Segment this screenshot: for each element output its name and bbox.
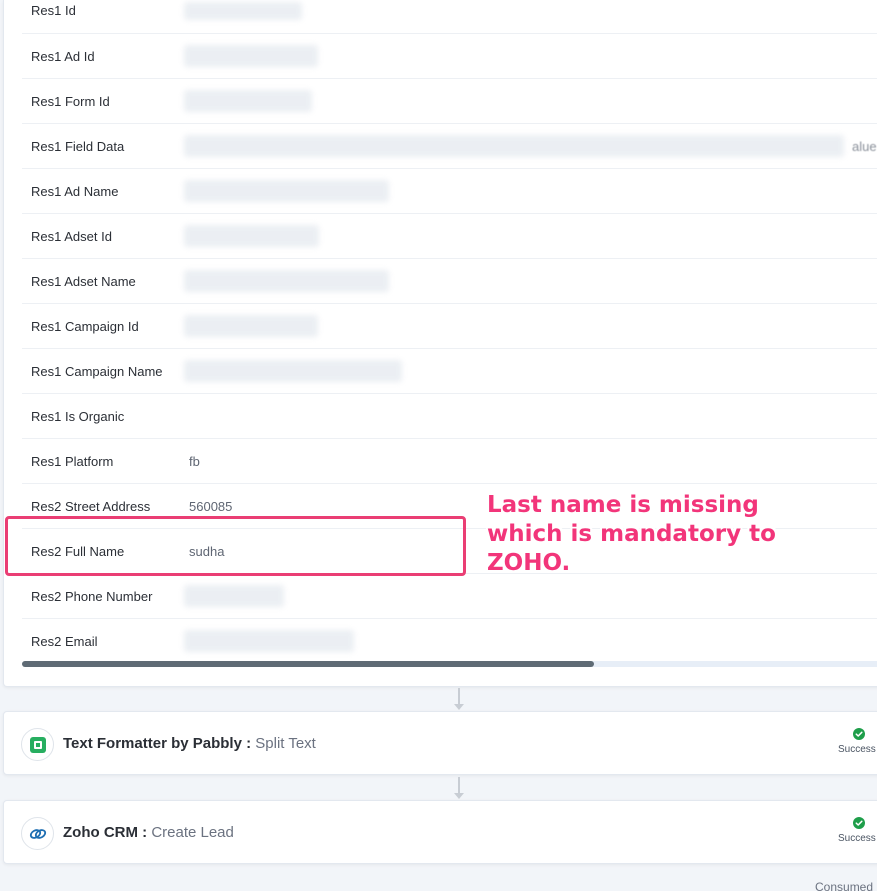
field-label: Res1 Ad Name [31, 184, 119, 199]
annotation-note: Last name is missing which is mandatory … [487, 491, 867, 578]
step-title: Zoho CRM : Create Lead [63, 801, 234, 865]
field-label: Res1 Form Id [31, 94, 110, 109]
data-row-res1-adset-name: Res1 Adset Name [22, 259, 877, 304]
redacted-value [184, 90, 312, 112]
field-label: Res2 Phone Number [31, 589, 153, 604]
step-status: Success [832, 728, 877, 755]
step-title: Text Formatter by Pabbly : Split Text [63, 712, 316, 776]
truncated-value-tail: alue [852, 139, 877, 154]
redacted-value [184, 360, 402, 382]
status-text: Success [838, 833, 876, 844]
arrow-down-icon [454, 793, 464, 799]
highlight-box-full-name [5, 516, 466, 576]
data-row-res1-ad-name: Res1 Ad Name [22, 169, 877, 214]
redacted-value [184, 45, 318, 67]
data-row-res2-phone-number: Res2 Phone Number [22, 574, 877, 619]
field-label: Res1 Campaign Id [31, 319, 139, 334]
success-check-icon [853, 817, 865, 829]
data-row-res1-campaign-id: Res1 Campaign Id [22, 304, 877, 349]
arrow-down-icon [454, 704, 464, 710]
redacted-value [184, 180, 389, 202]
field-label: Res1 Adset Id [31, 229, 112, 244]
step-card-text-formatter[interactable]: Text Formatter by Pabbly : Split Text Su… [3, 711, 877, 775]
status-text: Success [838, 744, 876, 755]
redacted-value [184, 270, 389, 292]
field-label: Res2 Email [31, 634, 98, 649]
step-action-name: Create Lead [151, 824, 234, 841]
field-label: Res1 Platform [31, 454, 114, 469]
annotation-line: ZOHO. [487, 550, 571, 576]
data-row-res1-platform: Res1 Platform fb [22, 439, 877, 484]
data-row-res1-adset-id: Res1 Adset Id [22, 214, 877, 259]
step-action-name: Split Text [255, 735, 316, 752]
data-row-res1-campaign-name: Res1 Campaign Name [22, 349, 877, 394]
step-card-zoho-crm[interactable]: Zoho CRM : Create Lead Success [3, 800, 877, 864]
field-value: fb [189, 454, 200, 469]
consumed-label: Consumed [815, 880, 874, 891]
step-app-name: Text Formatter by Pabbly : [63, 735, 252, 752]
data-row-res1-id: Res1 Id [22, 0, 877, 34]
data-row-res1-ad-id: Res1 Ad Id [22, 34, 877, 79]
redacted-value [184, 2, 302, 20]
redacted-value [184, 315, 318, 337]
zoho-crm-icon [21, 817, 54, 850]
horizontal-scrollbar[interactable] [22, 661, 877, 667]
field-label: Res1 Id [31, 3, 76, 18]
annotation-line: which is mandatory to [487, 521, 776, 547]
redacted-value [184, 135, 844, 157]
redacted-value [184, 630, 354, 652]
field-label: Res1 Adset Name [31, 274, 136, 289]
field-label: Res1 Is Organic [31, 409, 125, 424]
data-row-res1-field-data: Res1 Field Data alue [22, 124, 877, 169]
step-app-name: Zoho CRM : [63, 824, 148, 841]
field-label: Res1 Field Data [31, 139, 125, 154]
data-row-res2-email: Res2 Email [22, 619, 877, 664]
data-row-res1-form-id: Res1 Form Id [22, 79, 877, 124]
data-row-res1-is-organic: Res1 Is Organic [22, 394, 877, 439]
field-label: Res1 Campaign Name [31, 364, 163, 379]
annotation-line: Last name is missing [487, 492, 759, 518]
scrollbar-thumb[interactable] [22, 661, 594, 667]
step-connector-line [458, 777, 460, 793]
field-label: Res1 Ad Id [31, 49, 95, 64]
step-status: Success [832, 817, 877, 844]
success-check-icon [853, 728, 865, 740]
redacted-value [184, 225, 319, 247]
response-data-panel: Res1 Id Res1 Ad Id Res1 Form Id Res1 Fie… [3, 0, 877, 687]
redacted-value [184, 585, 284, 607]
text-formatter-icon [21, 728, 54, 761]
step-connector-line [458, 688, 460, 704]
